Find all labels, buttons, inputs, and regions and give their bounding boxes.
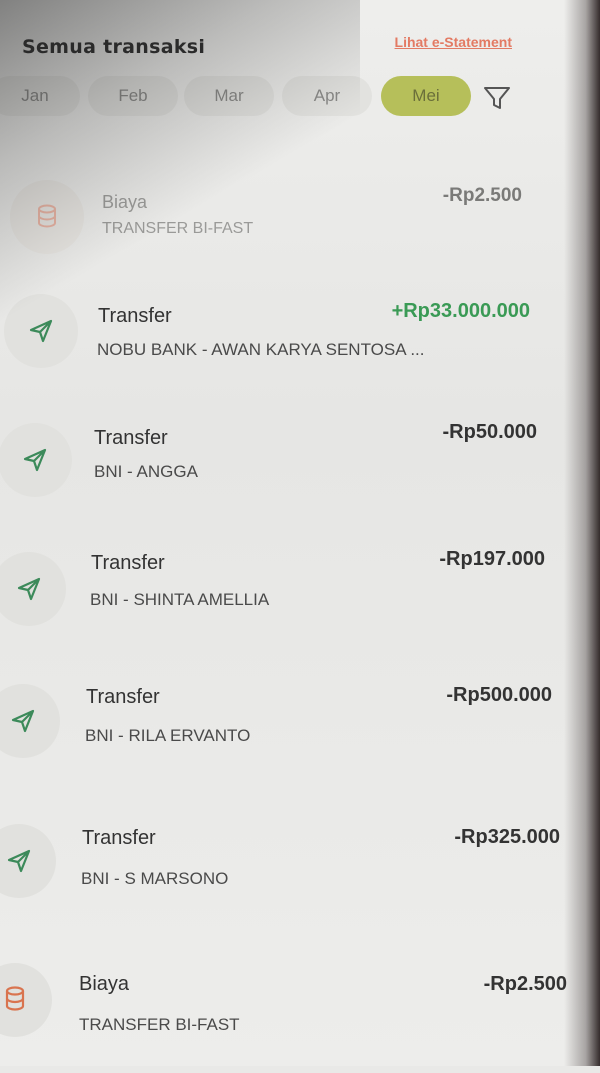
transaction-title: Biaya — [79, 973, 130, 995]
transaction-subtitle: BNI - ANGGA — [94, 462, 198, 481]
transaction-title: Biaya — [102, 192, 148, 212]
transaction-title: Transfer — [98, 305, 172, 327]
transaction-row[interactable]: Transfer BNI - SHINTA AMELLIA -Rp197.000 — [0, 542, 600, 652]
tab-label: Apr — [313, 86, 341, 105]
fee-coins-icon — [0, 963, 52, 1037]
transaction-row[interactable]: Transfer BNI - S MARSONO -Rp325.000 — [0, 820, 600, 930]
transaction-subtitle: BNI - SHINTA AMELLIA — [90, 590, 270, 609]
transaction-row[interactable]: Biaya TRANSFER BI-FAST -Rp2.500 — [0, 963, 600, 1073]
transaction-amount: -Rp2.500 — [483, 973, 567, 995]
tab-month-mar[interactable]: Mar — [184, 76, 274, 116]
filter-icon[interactable] — [482, 84, 512, 112]
transaction-subtitle: BNI - RILA ERVANTO — [85, 726, 251, 745]
e-statement-link[interactable]: Lihat e-Statement — [395, 34, 512, 50]
transaction-title: Transfer — [86, 686, 160, 708]
transaction-amount: -Rp50.000 — [442, 421, 538, 443]
send-icon — [4, 294, 78, 368]
tab-month-apr[interactable]: Apr — [282, 76, 372, 116]
transaction-row[interactable]: Transfer BNI - RILA ERVANTO -Rp500.000 — [0, 678, 600, 788]
transaction-title: Transfer — [82, 827, 156, 849]
tab-month-mei[interactable]: Mei — [381, 76, 471, 116]
tab-label: Mar — [214, 86, 244, 105]
fee-coins-icon — [10, 180, 84, 254]
screen-edge — [564, 0, 600, 1066]
month-filter-tabs: Jan Feb Mar Apr Mei — [0, 76, 560, 120]
transaction-amount: +Rp33.000.000 — [391, 300, 530, 322]
transaction-amount: -Rp2.500 — [442, 185, 522, 206]
transactions-screen: Semua transaksi Lihat e-Statement Jan Fe… — [0, 0, 600, 1066]
tab-label: Mei — [412, 86, 440, 105]
transaction-title: Transfer — [91, 552, 165, 574]
transaction-subtitle: NOBU BANK - AWAN KARYA SENTOSA ... — [97, 340, 425, 359]
transaction-row[interactable]: Transfer NOBU BANK - AWAN KARYA SENTOSA … — [0, 294, 600, 404]
transaction-row[interactable]: Biaya TRANSFER BI-FAST -Rp2.500 — [0, 180, 600, 290]
tab-label: Jan — [21, 86, 49, 105]
header: Semua transaksi Lihat e-Statement — [22, 34, 522, 64]
send-icon — [0, 684, 60, 758]
transaction-subtitle: BNI - S MARSONO — [81, 869, 229, 888]
transaction-row[interactable]: Transfer BNI - ANGGA -Rp50.000 — [0, 415, 600, 525]
page-title: Semua transaksi — [22, 36, 206, 58]
send-icon — [0, 423, 72, 497]
send-icon — [0, 824, 56, 898]
transaction-amount: -Rp325.000 — [454, 826, 560, 848]
transaction-subtitle: TRANSFER BI-FAST — [102, 220, 254, 237]
tab-month-feb[interactable]: Feb — [88, 76, 178, 116]
transaction-subtitle: TRANSFER BI-FAST — [79, 1015, 240, 1034]
transaction-title: Transfer — [94, 427, 168, 449]
tab-month-jan[interactable]: Jan — [0, 76, 80, 116]
tab-label: Feb — [118, 86, 148, 105]
transaction-amount: -Rp500.000 — [446, 684, 552, 706]
send-icon — [0, 552, 66, 626]
transaction-amount: -Rp197.000 — [439, 548, 545, 570]
